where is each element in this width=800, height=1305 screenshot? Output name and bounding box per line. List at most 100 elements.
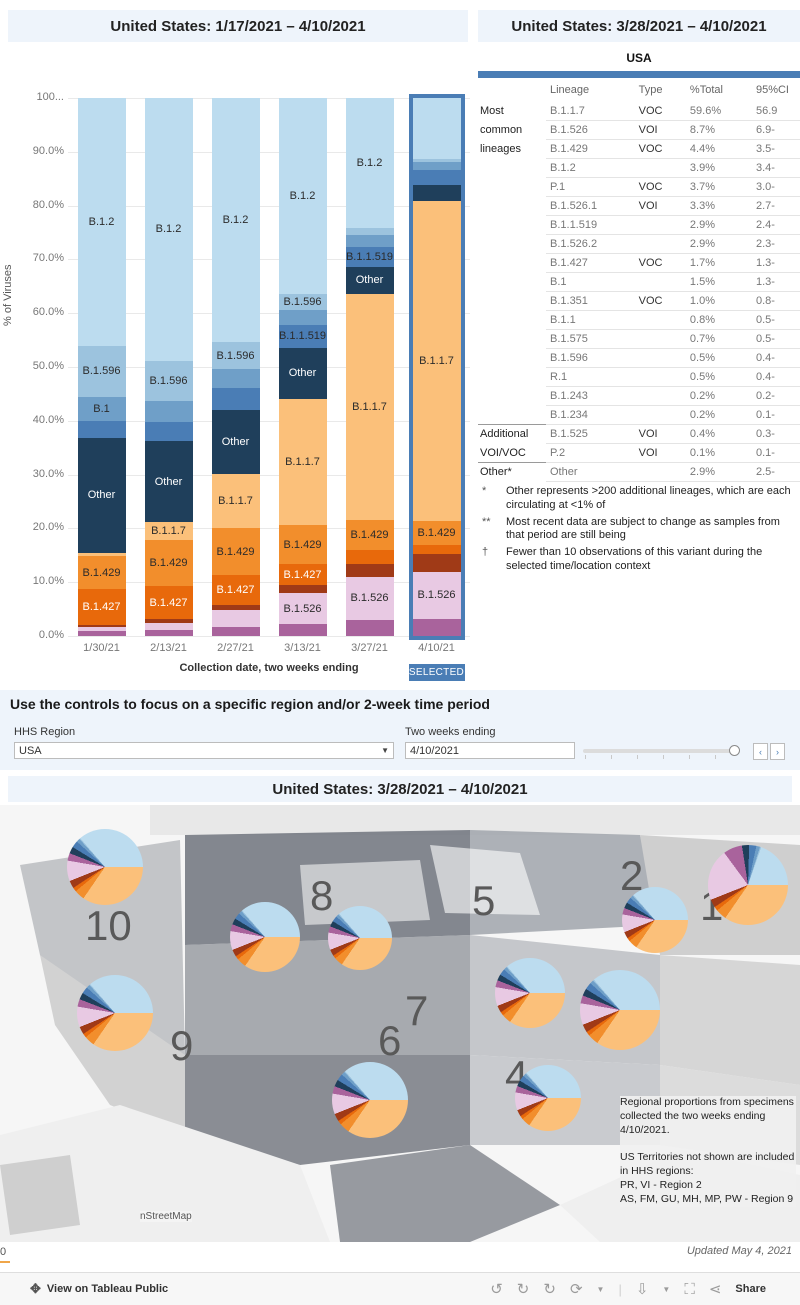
refresh-dropdown-icon[interactable]: ▼ [597,1285,605,1294]
chart-bar-segment[interactable]: B.1.1.7 [278,398,327,526]
chart-bar[interactable]: B.1.2 B.1.596 B.1.1.519 Other B.1.1.7 B.1.429… [278,98,327,636]
chart-bar-segment[interactable]: B.1.2 [345,98,394,229]
chart-bar-segment[interactable] [345,619,394,636]
chart-bar-segment[interactable] [144,629,193,636]
table-row[interactable]: Other* Other 2.9% 2.5- [478,462,800,482]
chart-bar-segment[interactable] [211,369,260,389]
table-row[interactable]: common B.1.526 VOI 8.7% 6.9- [478,120,800,140]
chart-bar-segment[interactable]: B.1.1.519 [345,246,394,267]
chart-bar-segment[interactable]: B.1.2 [77,98,126,346]
chart-bar-segment[interactable]: Other [144,441,193,522]
chart-bar-segment[interactable]: Other [345,266,394,294]
revert-icon[interactable]: ↻ [543,1280,556,1298]
chart-bar-segment[interactable]: B.1.429 [345,519,394,550]
table-row[interactable]: R.1 0.5% 0.4- [478,367,800,387]
map-region-pie[interactable] [67,829,143,905]
date-next-button[interactable]: › [770,743,785,760]
chart-bar-segment[interactable] [144,422,193,442]
chart-x-tick[interactable]: 3/27/21 [340,642,400,654]
chart-bar[interactable]: B.1.2 B.1.1.519 Other B.1.1.7 B.1.429 B.1.526 [345,98,394,636]
refresh-icon[interactable]: ⟳ [570,1280,583,1298]
chart-bar-segment[interactable]: B.1.427 [77,588,126,626]
map-region-pie[interactable] [332,1062,408,1138]
map-region-pie[interactable] [708,845,788,925]
chart-bar-segment[interactable]: B.1.427 [211,575,260,605]
hhs-region-select[interactable]: USA ▼ [14,742,394,759]
table-row[interactable]: Most B.1.1.7 VOC 59.6% 56.9 [478,102,800,121]
chart-bar-segment[interactable]: B.1.1.7 [211,474,260,528]
chart-bar-segment[interactable]: Other [77,437,126,554]
chart-bar-segment[interactable]: B.1.596 [211,342,260,370]
chart-bar-segment[interactable]: B.1.526 [278,592,327,625]
chart-bar-segment[interactable] [211,388,260,410]
table-row[interactable]: lineages B.1.429 VOC 4.4% 3.5- [478,139,800,159]
map-region-pie[interactable] [515,1065,581,1131]
table-row[interactable]: B.1.526.1 VOI 3.3% 2.7- [478,196,800,216]
table-row[interactable]: B.1.1 0.8% 0.5- [478,310,800,330]
redo-icon[interactable]: ↻ [517,1280,530,1298]
table-row[interactable]: B.1.2 3.9% 3.4- [478,158,800,178]
download-icon[interactable]: ⇩ [636,1280,649,1298]
table-row[interactable]: B.1.351 VOC 1.0% 0.8- [478,291,800,311]
chart-bar[interactable]: B.1.2 B.1.596 Other B.1.1.7 B.1.429 B.1.427 [144,98,193,636]
chart-bar-segment[interactable]: Other [211,409,260,475]
date-prev-button[interactable]: ‹ [753,743,768,760]
table-row[interactable]: B.1.234 0.2% 0.1- [478,405,800,425]
chart-bar-segment[interactable]: B.1.596 [278,293,327,310]
chart-x-tick[interactable]: 4/10/21 [407,642,467,654]
chart-x-tick[interactable]: 1/30/21 [72,642,132,654]
chart-bar-segment[interactable]: B.1.1.7 [345,293,394,520]
download-dropdown-icon[interactable]: ▼ [662,1285,670,1294]
undo-icon[interactable]: ↺ [490,1280,503,1298]
view-on-tableau-public-link[interactable]: ✥ View on Tableau Public [30,1281,168,1297]
chart-bar-segment[interactable] [345,549,394,564]
chart-x-tick[interactable]: 3/13/21 [273,642,333,654]
table-row[interactable]: VOI/VOC P.2 VOI 0.1% 0.1- [478,443,800,463]
map-region-pie[interactable] [495,958,565,1028]
map-region-pie[interactable] [580,970,660,1050]
chart-bar-segment[interactable]: Other [278,347,327,399]
chart-bar-segment[interactable]: B.1.1.7 [144,521,193,541]
chart-bar-segment[interactable]: B.1.526 [345,576,394,620]
chart-bar[interactable]: B.1.2 B.1.596 Other B.1.1.7 B.1.429 B.1.427 [211,98,260,636]
chart-bar-segment[interactable] [77,421,126,438]
chart-bar-segment[interactable]: B.1 [77,397,126,422]
two-weeks-ending-input[interactable]: 4/10/2021 [405,742,575,759]
fullscreen-icon[interactable]: ⛶ [684,1281,695,1298]
chart-bar-segment[interactable]: B.1.2 [211,98,260,343]
chart-bar-segment[interactable]: B.1.2 [278,98,327,294]
chart-bar-segment[interactable] [278,310,327,326]
date-slider-track[interactable] [583,749,738,759]
chart-bar-segment[interactable]: B.1.427 [144,585,193,620]
table-row[interactable]: B.1 1.5% 1.3- [478,272,800,292]
chart-bar-segment[interactable] [211,610,260,628]
map-region-pie[interactable] [622,887,688,953]
chart-bar-segment[interactable] [144,400,193,423]
chart-x-tick[interactable]: 2/13/21 [139,642,199,654]
table-row[interactable]: B.1.243 0.2% 0.2- [478,386,800,406]
map-region-pie[interactable] [77,975,153,1051]
chart-bar-segment[interactable] [345,563,394,577]
chart-bar-segment[interactable]: B.1.2 [144,98,193,361]
chart-bar-segment[interactable] [211,627,260,636]
map-region-pie[interactable] [230,902,300,972]
share-icon[interactable]: ⋖ [709,1280,722,1298]
date-slider-handle[interactable] [729,745,740,756]
chart-bar-segment[interactable]: B.1.596 [77,345,126,398]
chart-bar-segment[interactable]: B.1.429 [77,556,126,589]
chart-bar-segment[interactable]: B.1.427 [278,563,327,586]
hhs-region-map[interactable]: 10 8 5 2 1 3 7 9 6 4 nStreetMap Regional… [0,805,800,1242]
chart-bar-segment[interactable]: B.1.429 [144,540,193,586]
chart-bar-segment[interactable] [77,630,126,636]
chart-x-tick[interactable]: 2/27/21 [206,642,266,654]
chart-bar-segment[interactable]: B.1.596 [144,360,193,401]
table-row[interactable]: B.1.596 0.5% 0.4- [478,348,800,368]
map-region-pie[interactable] [328,906,392,970]
table-row[interactable]: P.1 VOC 3.7% 3.0- [478,177,800,197]
table-row[interactable]: B.1.1.519 2.9% 2.4- [478,215,800,235]
chart-bar-segment[interactable] [278,624,327,636]
chart-bar-segment[interactable]: B.1.429 [211,527,260,576]
chart-bar-segment[interactable] [345,234,394,247]
chart-bar-segment[interactable] [278,585,327,593]
chart-bar-segment[interactable]: B.1.1.519 [278,325,327,348]
